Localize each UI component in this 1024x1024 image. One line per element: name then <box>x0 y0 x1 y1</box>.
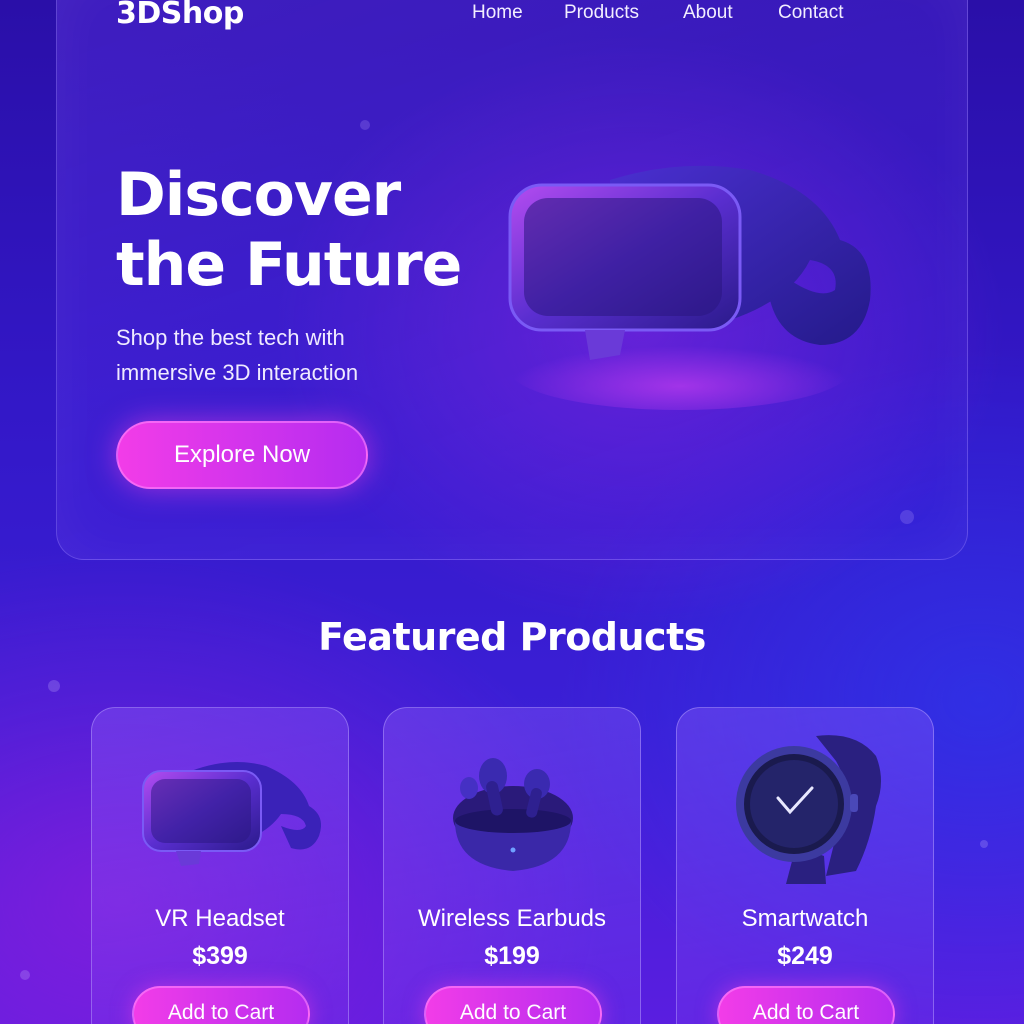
explore-now-button[interactable]: Explore Now <box>116 421 368 489</box>
product-price: $399 <box>192 942 248 970</box>
product-name: VR Headset <box>155 905 285 932</box>
product-name: Wireless Earbuds <box>417 905 607 932</box>
earbuds-icon <box>453 758 573 871</box>
hero-subtext: Shop the best tech with immersive 3D int… <box>116 320 416 390</box>
product-price: $199 <box>484 942 540 970</box>
vr-headset-icon <box>142 762 321 866</box>
hero-headline-line2: the Future <box>116 230 462 300</box>
main-nav: Home Products About Contact <box>0 0 1024 30</box>
add-to-cart-button[interactable]: Add to Cart <box>132 986 310 1024</box>
smartwatch-icon <box>736 735 881 884</box>
product-card-vr-headset[interactable]: VR Headset $399 Add to Cart <box>91 707 349 1024</box>
hero-headline-line1: Discover <box>116 160 401 230</box>
hero-subtext-line1: Shop the best tech with <box>116 325 345 350</box>
nav-about[interactable]: About <box>683 2 733 24</box>
add-to-cart-button[interactable]: Add to Cart <box>424 986 602 1024</box>
product-name: Smartwatch <box>741 905 869 932</box>
background-sparkle <box>20 970 30 980</box>
hero-subtext-line2: immersive 3D interaction <box>116 360 359 385</box>
background-sparkle <box>48 680 60 692</box>
product-card-smartwatch[interactable]: Smartwatch $249 Add to Cart <box>676 707 934 1024</box>
nav-products[interactable]: Products <box>564 2 639 24</box>
product-price: $249 <box>777 942 833 970</box>
add-to-cart-button[interactable]: Add to Cart <box>717 986 895 1024</box>
background-sparkle <box>980 840 988 848</box>
nav-home[interactable]: Home <box>472 2 523 24</box>
hero-headline: Discover the Future <box>116 160 476 300</box>
nav-contact[interactable]: Contact <box>778 2 843 24</box>
product-card-wireless-earbuds[interactable]: Wireless Earbuds $199 Add to Cart <box>383 707 641 1024</box>
vr-headset-icon <box>508 165 871 410</box>
featured-products-title: Featured Products <box>318 615 706 659</box>
